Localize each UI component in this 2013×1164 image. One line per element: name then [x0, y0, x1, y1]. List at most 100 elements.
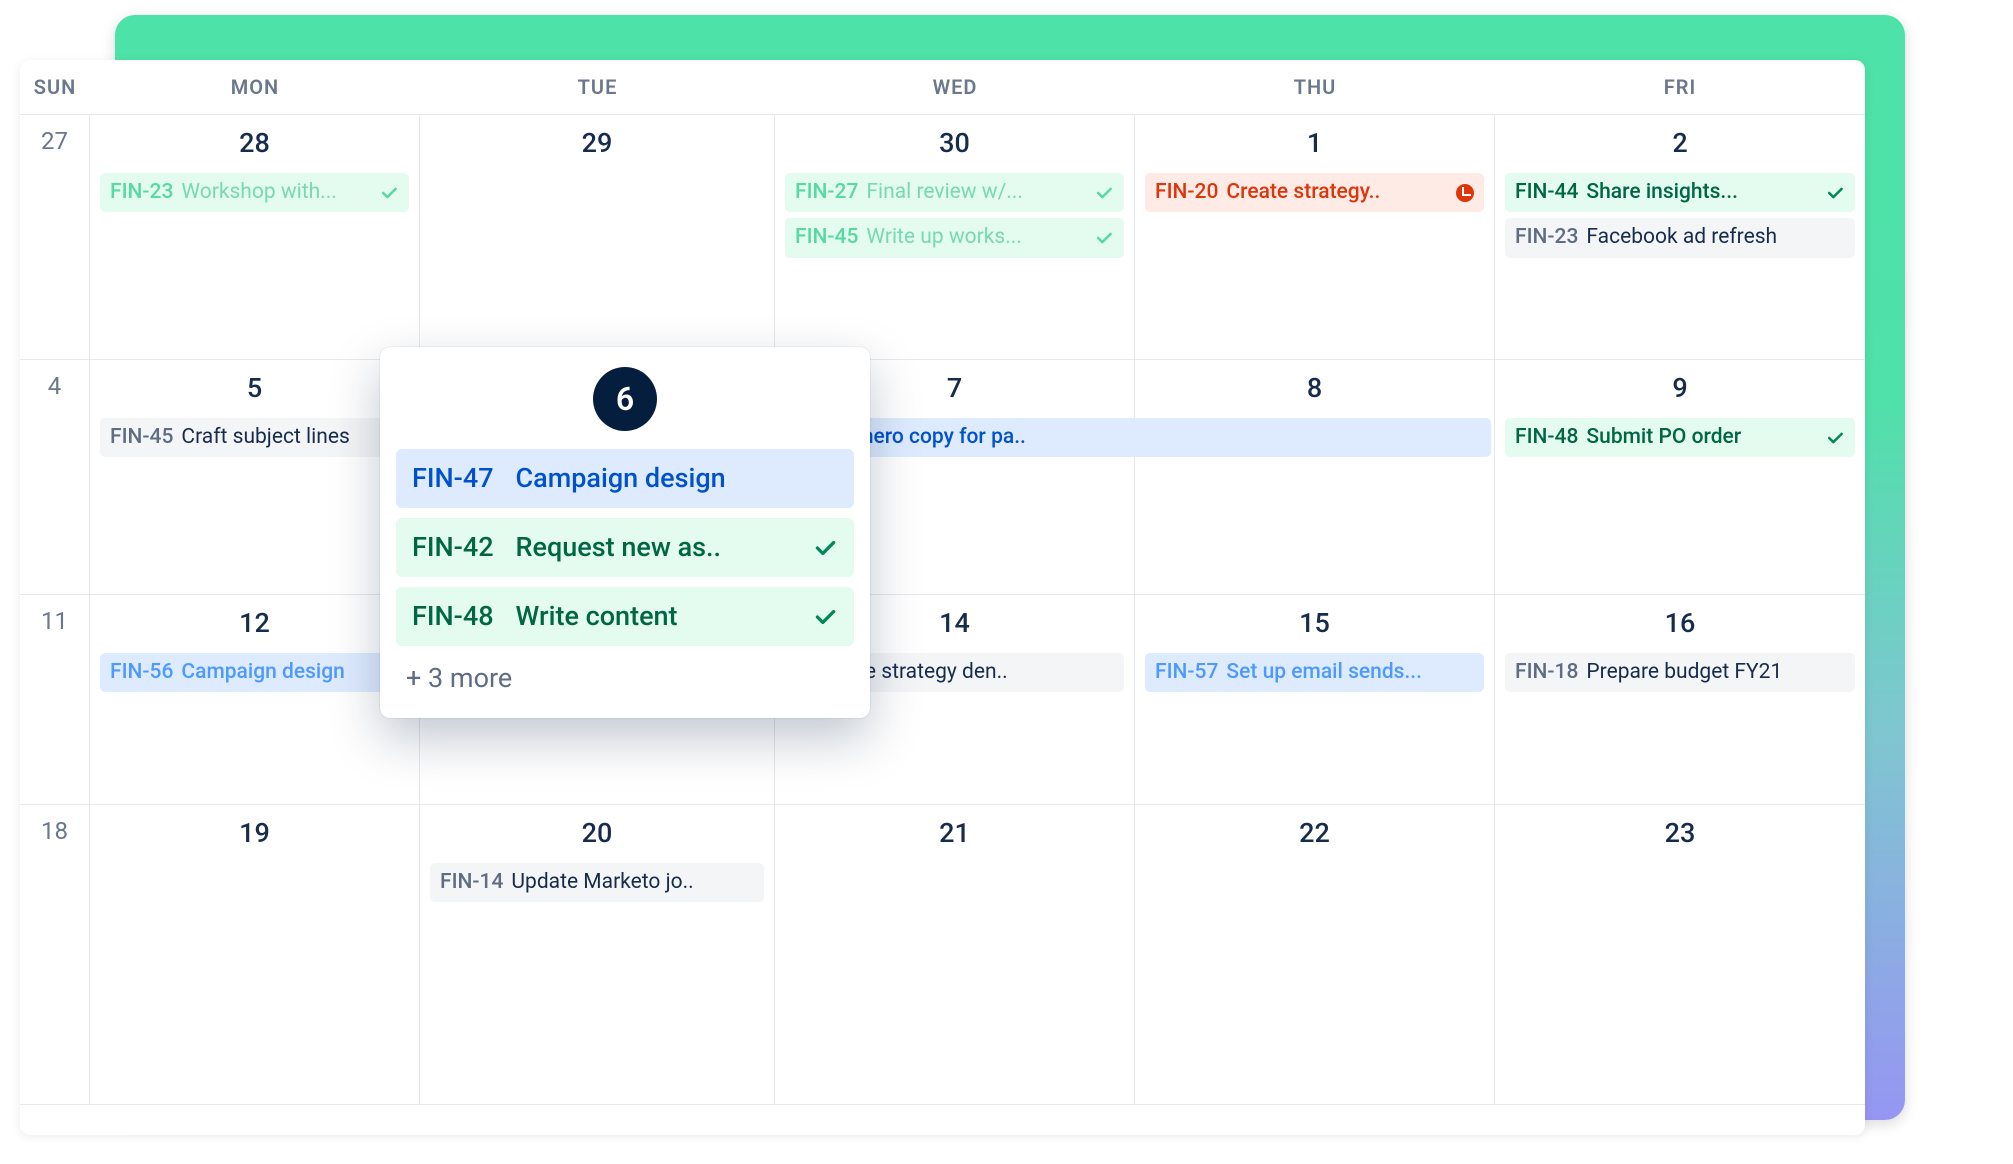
- date-number: 8: [1143, 372, 1486, 404]
- calendar-cell[interactable]: 16 FIN-18 Prepare budget FY21: [1495, 595, 1865, 805]
- calendar-cell[interactable]: 28 FIN-23 Workshop with...: [90, 115, 420, 360]
- calendar-event[interactable]: FIN-48 Write content: [396, 587, 854, 646]
- calendar-cell[interactable]: 30 FIN-27 Final review w/... FIN-45 Write up…: [775, 115, 1135, 360]
- day-header-fri: FRI: [1495, 60, 1865, 114]
- event-title: Campaign design: [516, 461, 838, 496]
- calendar-cell[interactable]: 23: [1495, 805, 1865, 1105]
- date-number: 1: [1143, 127, 1486, 159]
- event-title: New hero copy for pa..: [815, 424, 1481, 451]
- date-number: 19: [98, 817, 411, 849]
- day-header-wed: WED: [775, 60, 1135, 114]
- calendar-event[interactable]: 27New hero copy for pa..: [763, 418, 1491, 457]
- check-icon: [812, 604, 838, 630]
- date-number: 22: [1143, 817, 1486, 849]
- date-number: 2: [1503, 127, 1857, 159]
- check-icon: [1094, 183, 1114, 203]
- date-number: 4: [28, 372, 81, 400]
- clock-icon: [1456, 184, 1474, 202]
- calendar-cell[interactable]: 19: [90, 805, 420, 1105]
- date-number: 20: [428, 817, 766, 849]
- event-title: Create strategy..: [1226, 179, 1448, 206]
- day-header-thu: THU: [1135, 60, 1495, 114]
- event-title: Facebook ad refresh: [1586, 224, 1845, 251]
- date-number: 5: [98, 372, 411, 404]
- date-number: 28: [98, 127, 411, 159]
- event-key: FIN-44: [1515, 179, 1578, 206]
- calendar-event[interactable]: FIN-23 Workshop with...: [100, 173, 409, 212]
- event-title: Prepare budget FY21: [1586, 659, 1845, 686]
- check-icon: [379, 183, 399, 203]
- check-icon: [812, 535, 838, 561]
- check-icon: [1094, 228, 1114, 248]
- popover-more-link[interactable]: + 3 more: [394, 656, 856, 700]
- day-popover[interactable]: 6 FIN-47Campaign designFIN-42Request new…: [380, 347, 870, 718]
- calendar-cell[interactable]: 22: [1135, 805, 1495, 1105]
- date-number: 18: [28, 817, 81, 845]
- calendar-event[interactable]: FIN-44 Share insights...: [1505, 173, 1855, 212]
- event-title: Submit PO order: [1586, 424, 1817, 451]
- day-header-sun: SUN: [20, 60, 90, 114]
- calendar-cell[interactable]: 20 FIN-14 Update Marketo jo..: [420, 805, 775, 1105]
- event-key: FIN-57: [1155, 659, 1218, 686]
- day-header-mon: MON: [90, 60, 420, 114]
- calendar-cell[interactable]: 5FIN-45Craft subject lines: [90, 360, 420, 595]
- event-key: FIN-45: [795, 224, 858, 251]
- event-key: FIN-23: [1515, 224, 1578, 251]
- calendar-event[interactable]: FIN-27 Final review w/...: [785, 173, 1124, 212]
- event-key: FIN-18: [1515, 659, 1578, 686]
- event-key: FIN-48: [412, 599, 494, 634]
- calendar-event[interactable]: FIN-20 Create strategy..: [1145, 173, 1484, 212]
- calendar-event[interactable]: FIN-45 Write up works...: [785, 218, 1124, 257]
- check-icon: [1825, 428, 1845, 448]
- calendar-cell[interactable]: 2 FIN-44 Share insights... FIN-23 Facebook a…: [1495, 115, 1865, 360]
- day-header-tue: TUE: [420, 60, 775, 114]
- clock-icon: [1456, 184, 1474, 202]
- event-key: FIN-42: [412, 530, 494, 565]
- check-icon: [1825, 183, 1845, 203]
- date-number: 9: [1503, 372, 1857, 404]
- event-title: Workshop with...: [181, 179, 371, 206]
- date-number: 21: [783, 817, 1126, 849]
- event-title: Set up email sends...: [1226, 659, 1474, 686]
- calendar-event[interactable]: FIN-48 Submit PO order: [1505, 418, 1855, 457]
- event-key: FIN-48: [1515, 424, 1578, 451]
- calendar-body: 2728FIN-23Workshop with...2930FIN-27Fina…: [20, 115, 1865, 1105]
- calendar-cell[interactable]: 27: [20, 115, 90, 360]
- date-number: 12: [98, 607, 411, 639]
- event-title: Write up works...: [866, 224, 1086, 251]
- calendar-cell[interactable]: 9 FIN-48 Submit PO order: [1495, 360, 1865, 595]
- calendar-cell[interactable]: 1 FIN-20 Create strategy..: [1135, 115, 1495, 360]
- date-number: 16: [1503, 607, 1857, 639]
- event-key: FIN-47: [412, 461, 494, 496]
- calendar-cell[interactable]: 21: [775, 805, 1135, 1105]
- event-title: Final review w/...: [866, 179, 1086, 206]
- event-title: Request new as..: [516, 530, 790, 565]
- calendar-cell[interactable]: 15 FIN-57 Set up email sends...: [1135, 595, 1495, 805]
- event-key: FIN-27: [795, 179, 858, 206]
- calendar-event[interactable]: FIN-23 Facebook ad refresh: [1505, 218, 1855, 257]
- calendar-event[interactable]: FIN-47 Campaign design: [396, 449, 854, 508]
- calendar-cell[interactable]: 11: [20, 595, 90, 805]
- event-key: FIN-56: [110, 659, 173, 686]
- date-number: 15: [1143, 607, 1486, 639]
- date-number: 30: [783, 127, 1126, 159]
- calendar-event[interactable]: FIN-42 Request new as..: [396, 518, 854, 577]
- calendar-event[interactable]: FIN-14 Update Marketo jo..: [430, 863, 764, 902]
- event-title: Write content: [516, 599, 790, 634]
- date-number: 23: [1503, 817, 1857, 849]
- calendar-header-row: SUN MON TUE WED THU FRI: [20, 60, 1865, 115]
- calendar-cell[interactable]: 18: [20, 805, 90, 1105]
- calendar-event[interactable]: FIN-57 Set up email sends...: [1145, 653, 1484, 692]
- event-key: FIN-20: [1155, 179, 1218, 206]
- date-number: 11: [28, 607, 81, 635]
- event-key: FIN-23: [110, 179, 173, 206]
- event-key: FIN-14: [440, 869, 503, 896]
- calendar-cell[interactable]: 4: [20, 360, 90, 595]
- calendar-event[interactable]: FIN-18 Prepare budget FY21: [1505, 653, 1855, 692]
- calendar-cell[interactable]: 8: [1135, 360, 1495, 595]
- date-number: 27: [28, 127, 81, 155]
- calendar-cell[interactable]: 29: [420, 115, 775, 360]
- event-title: Share insights...: [1586, 179, 1817, 206]
- calendar-cell[interactable]: 12FIN-56Campaign design: [90, 595, 420, 805]
- event-title: Update Marketo jo..: [511, 869, 754, 896]
